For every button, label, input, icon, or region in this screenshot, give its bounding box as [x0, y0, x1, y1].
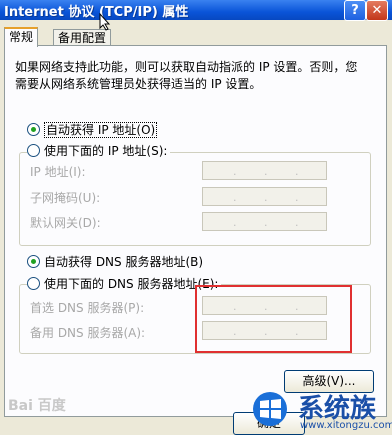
radio-checked-icon — [27, 123, 40, 136]
radio-auto-dns[interactable]: 自动获得 DNS 服务器地址(B) — [27, 253, 207, 270]
default-gateway-field[interactable]: ... — [202, 212, 327, 231]
baidu-watermark: Bai 百度 — [8, 398, 66, 414]
radio-unchecked-icon — [27, 277, 40, 290]
description-text: 如果网络支持此功能，则可以获取自动指派的 IP 设置。否则，您需要从网络系统管理… — [15, 60, 358, 91]
windows-logo-icon — [253, 392, 287, 426]
radio-auto-ip-label: 自动获得 IP 地址(O) — [44, 122, 158, 138]
alternate-dns-label: 备用 DNS 服务器(A): — [30, 326, 146, 340]
close-button[interactable]: ✕ — [366, 0, 388, 21]
tab-general[interactable]: 常规 — [4, 27, 39, 47]
radio-manual-ip[interactable]: 使用下面的 IP 地址(S): — [27, 142, 171, 159]
ip-address-field[interactable]: ... — [202, 161, 327, 180]
tab-alternate-config[interactable]: 备用配置 — [53, 29, 112, 46]
radio-manual-dns-label: 使用下面的 DNS 服务器地址(E): — [44, 277, 219, 291]
highlight-box — [195, 285, 352, 353]
site-logo: 系统族 www.xitongzu.com — [236, 384, 392, 435]
radio-auto-dns-label: 自动获得 DNS 服务器地址(B) — [44, 255, 204, 269]
subnet-mask-label: 子网掩码(U): — [30, 191, 101, 205]
ip-address-label: IP 地址(I): — [30, 165, 86, 179]
mouse-cursor-icon — [99, 13, 111, 31]
subnet-mask-field[interactable]: ... — [202, 187, 327, 206]
radio-checked-icon — [27, 255, 40, 268]
window-title: Internet 协议 (TCP/IP) 属性 — [4, 5, 189, 20]
radio-auto-ip[interactable]: 自动获得 IP 地址(O) — [27, 121, 161, 138]
preferred-dns-label: 首选 DNS 服务器(P): — [30, 301, 145, 315]
default-gateway-label: 默认网关(D): — [30, 216, 101, 230]
title-bar: Internet 协议 (TCP/IP) 属性 ? ✕ — [0, 0, 392, 21]
radio-unchecked-icon — [27, 144, 40, 157]
help-button[interactable]: ? — [344, 0, 366, 21]
radio-manual-dns[interactable]: 使用下面的 DNS 服务器地址(E): — [27, 275, 222, 292]
site-url: www.xitongzu.com — [300, 420, 392, 431]
radio-manual-ip-label: 使用下面的 IP 地址(S): — [44, 144, 168, 158]
